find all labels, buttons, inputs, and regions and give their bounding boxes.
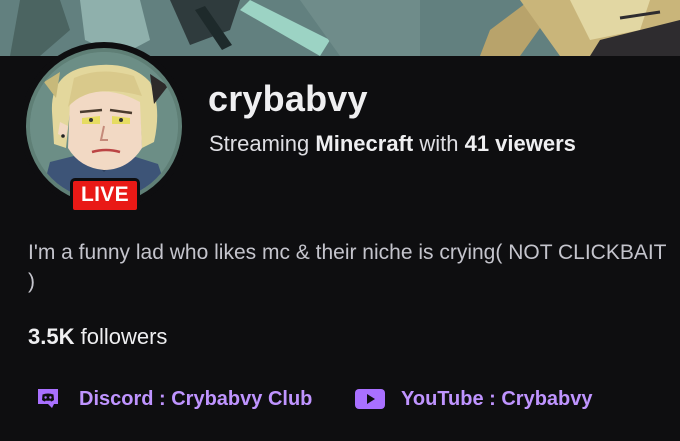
follower-count: 3.5K followers [28, 324, 167, 350]
youtube-link[interactable]: YouTube : Crybabvy [354, 383, 593, 415]
stream-status: Streaming Minecraft with 41 viewers [209, 131, 576, 157]
follower-label: followers [80, 324, 168, 349]
live-badge: LIVE [70, 178, 140, 213]
status-middle: with [419, 131, 459, 156]
status-prefix: Streaming [209, 131, 310, 156]
youtube-icon [354, 383, 386, 415]
discord-link-label: Discord : Crybabvy Club [79, 387, 313, 410]
game-link[interactable]: Minecraft [315, 131, 413, 156]
discord-link[interactable]: Discord : Crybabvy Club [32, 383, 312, 415]
follower-number: 3.5K [28, 324, 75, 349]
discord-icon [32, 383, 64, 415]
viewer-count: 41 viewers [464, 131, 576, 156]
channel-name[interactable]: crybabvy [208, 78, 368, 120]
youtube-link-label: YouTube : Crybabvy [401, 387, 593, 410]
channel-bio: I'm a funny lad who likes mc & their nic… [28, 241, 667, 293]
